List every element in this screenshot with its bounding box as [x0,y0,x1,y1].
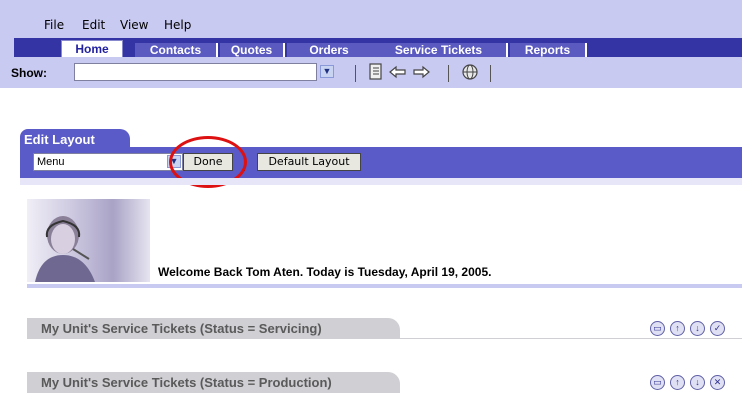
check-icon[interactable]: ✓ [710,321,725,336]
toolbar-divider [490,65,491,82]
show-select[interactable]: ▼ [74,63,334,81]
panel-header-servicing[interactable]: My Unit's Service Tickets (Status = Serv… [27,318,400,339]
show-label: Show: [11,66,47,80]
tab-quotes[interactable]: Quotes [220,43,285,57]
welcome-photo [27,199,150,282]
toolbar-divider [448,65,449,82]
welcome-divider [27,284,742,288]
toolbar-divider [355,65,356,82]
minimize-icon[interactable]: ▭ [650,321,665,336]
back-arrow-icon[interactable] [388,63,408,86]
show-bar: Show: ▼ [0,57,742,88]
tab-contacts[interactable]: Contacts [135,43,218,57]
edit-layout-tab[interactable]: Edit Layout [20,129,130,148]
move-up-icon[interactable]: ↑ [670,321,685,336]
menu-edit[interactable]: Edit [82,18,105,32]
minimize-icon[interactable]: ▭ [650,375,665,390]
move-down-icon[interactable]: ↓ [690,375,705,390]
layout-section-value: Menu [37,156,65,168]
layout-section-select[interactable]: Menu ▼ [33,153,183,171]
chevron-down-icon[interactable]: ▼ [320,65,334,78]
globe-icon[interactable] [461,63,479,86]
move-down-icon[interactable]: ↓ [690,321,705,336]
tab-orders[interactable]: Orders [287,43,373,57]
move-up-icon[interactable]: ↑ [670,375,685,390]
document-icon[interactable] [368,63,384,86]
forward-arrow-icon[interactable] [411,63,431,86]
panel-header-production[interactable]: My Unit's Service Tickets (Status = Prod… [27,372,400,393]
menu-bar: File Edit View Help [0,0,742,38]
menu-file[interactable]: File [44,18,64,32]
close-icon[interactable]: ✕ [710,375,725,390]
tab-reports[interactable]: Reports [510,43,587,57]
tab-service-tickets[interactable]: Service Tickets [371,43,508,57]
tab-strip: Home Contacts Quotes Orders Service Tick… [14,38,742,60]
default-layout-button[interactable]: Default Layout [257,153,361,171]
menu-view[interactable]: View [120,18,148,32]
menu-help[interactable]: Help [164,18,191,32]
edit-layout-bar: Menu ▼ Done Default Layout [20,147,742,178]
edit-bar-underline [20,178,742,185]
welcome-message: Welcome Back Tom Aten. Today is Tuesday,… [158,265,492,279]
